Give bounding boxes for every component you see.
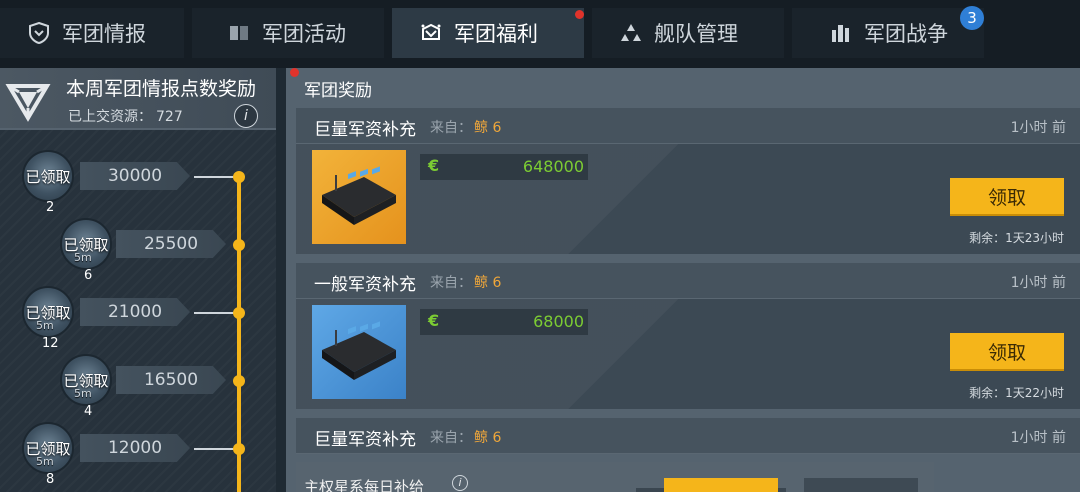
currency-icon: €	[428, 311, 440, 330]
milestone-count: 4	[84, 404, 93, 419]
sender-label: 来自：	[430, 275, 472, 291]
weekly-intel-header: 本周军团情报点数奖励 已上交资源： 727 i	[0, 68, 276, 130]
milestone-dot	[233, 375, 245, 387]
shield-icon	[28, 22, 50, 44]
notification-dot	[575, 10, 584, 19]
milestone-timer: 5m	[74, 387, 92, 400]
milestone-status: 已领取	[25, 168, 71, 186]
milestone-dot	[233, 239, 245, 251]
tab-bar: 军团情报 军团活动 军团福利 舰队管理 军团战争 3	[0, 0, 1080, 68]
milestone-points: 25500	[116, 230, 226, 258]
gift-icon	[420, 22, 442, 44]
info-icon[interactable]: i	[452, 475, 468, 491]
sender-name: 鲸 6	[474, 275, 502, 291]
rewards-title: 军团奖励	[304, 81, 372, 101]
milestone-dot	[233, 171, 245, 183]
tab-legion-activity[interactable]: 军团活动	[192, 8, 384, 58]
daily-supply-name: 主权星系每日补给	[304, 478, 425, 492]
supply-crate-icon	[312, 305, 406, 399]
submitted-label: 已上交资源：	[68, 109, 152, 125]
reward-card: 一般军资补充 来自：鲸 6 1小时 前 € 68000 领取 剩余：1天22小时	[296, 263, 1080, 409]
fleet-icon	[620, 22, 642, 44]
amount-display: € 68000	[420, 309, 588, 335]
tab-legion-intel[interactable]: 军团情报	[0, 8, 184, 58]
claim-button[interactable]: 领取	[950, 333, 1064, 371]
notification-dot	[290, 68, 299, 77]
milestone-points: 16500	[116, 366, 226, 394]
weekly-intel-title: 本周军团情报点数奖励	[66, 78, 257, 100]
milestone-timer: 5m	[74, 251, 92, 264]
war-count-badge: 3	[960, 6, 984, 30]
tab-fleet-management[interactable]: 舰队管理	[592, 8, 784, 58]
reward-time: 1小时 前	[1010, 430, 1066, 446]
milestone-connector	[194, 448, 238, 450]
milestone-timer: 5m	[36, 455, 54, 468]
tab-label: 军团战争	[864, 22, 948, 46]
daily-supply-row: 主权星系每日补给 i	[296, 462, 934, 492]
daily-claim-button[interactable]	[664, 478, 778, 492]
tab-label: 军团情报	[62, 22, 146, 46]
currency-icon: €	[428, 156, 440, 175]
milestone-count: 2	[46, 200, 55, 215]
milestone-points: 12000	[80, 434, 190, 462]
reward-card: 巨量军资补充 来自：鲸 6 1小时 前	[296, 418, 1080, 454]
claim-button[interactable]: 领取	[950, 178, 1064, 216]
reward-amount: 648000	[522, 157, 584, 176]
reward-name: 巨量军资补充	[314, 430, 416, 450]
tab-label: 舰队管理	[654, 22, 738, 46]
sender-name: 鲸 6	[474, 120, 502, 136]
milestone-points: 21000	[80, 298, 190, 326]
weekly-intel-reward-panel: 本周军团情报点数奖励 已上交资源： 727 i 已领取 2 30000 已领取 5…	[0, 68, 276, 492]
reward-card-header: 巨量军资补充 来自：鲸 6 1小时 前	[296, 418, 1080, 454]
milestone-timer: 5m	[36, 319, 54, 332]
milestone-item[interactable]: 已领取 5m 8 12000	[22, 422, 252, 487]
tab-label: 军团福利	[454, 22, 538, 46]
daily-amount-box	[804, 478, 918, 492]
milestone-count: 12	[42, 336, 59, 351]
milestone-count: 8	[46, 472, 55, 487]
reward-name: 巨量军资补充	[314, 120, 416, 140]
milestone-item[interactable]: 已领取 5m 12 21000	[22, 286, 252, 351]
book-icon	[228, 22, 250, 44]
amount-display: € 648000	[420, 154, 588, 180]
remaining-time: 剩余：1天22小时	[969, 386, 1064, 400]
info-button[interactable]: i	[234, 104, 258, 128]
city-icon	[830, 22, 852, 44]
reward-card-header: 一般军资补充 来自：鲸 6 1小时 前	[296, 263, 1080, 299]
milestone-count: 6	[84, 268, 93, 283]
tab-label: 军团活动	[262, 22, 346, 46]
submitted-value: 727	[156, 109, 183, 125]
reward-amount: 68000	[533, 312, 584, 331]
milestone-item[interactable]: 已领取 5m 6 25500	[60, 218, 252, 283]
supply-crate-icon	[312, 150, 406, 244]
reward-sender: 来自：鲸 6	[430, 117, 501, 137]
milestone-dot	[233, 307, 245, 319]
milestone-connector	[194, 312, 238, 314]
reward-card: 巨量军资补充 来自：鲸 6 1小时 前 € 648000 领取 剩余：1天23小…	[296, 108, 1080, 254]
sender-label: 来自：	[430, 430, 472, 446]
milestone-points: 30000	[80, 162, 190, 190]
milestone-item[interactable]: 已领取 2 30000	[22, 150, 252, 215]
sender-name: 鲸 6	[474, 430, 502, 446]
submitted-resources: 已上交资源： 727	[68, 106, 183, 126]
reward-time: 1小时 前	[1010, 120, 1066, 136]
sender-label: 来自：	[430, 120, 472, 136]
legion-emblem-icon	[0, 74, 56, 126]
reward-sender: 来自：鲸 6	[430, 427, 501, 447]
tab-legion-welfare[interactable]: 军团福利	[392, 8, 584, 58]
milestone-dot	[233, 443, 245, 455]
tab-legion-war[interactable]: 军团战争	[792, 8, 984, 58]
remaining-time: 剩余：1天23小时	[969, 231, 1064, 245]
legion-rewards-panel: 军团奖励 巨量军资补充 来自：鲸 6 1小时 前 € 648000 领取 剩余：…	[286, 68, 1080, 492]
reward-sender: 来自：鲸 6	[430, 272, 501, 292]
reward-name: 一般军资补充	[314, 275, 416, 295]
reward-card-header: 巨量军资补充 来自：鲸 6 1小时 前	[296, 108, 1080, 144]
reward-time: 1小时 前	[1010, 275, 1066, 291]
milestone-item[interactable]: 已领取 5m 4 16500	[60, 354, 252, 419]
milestone-connector	[194, 176, 238, 178]
